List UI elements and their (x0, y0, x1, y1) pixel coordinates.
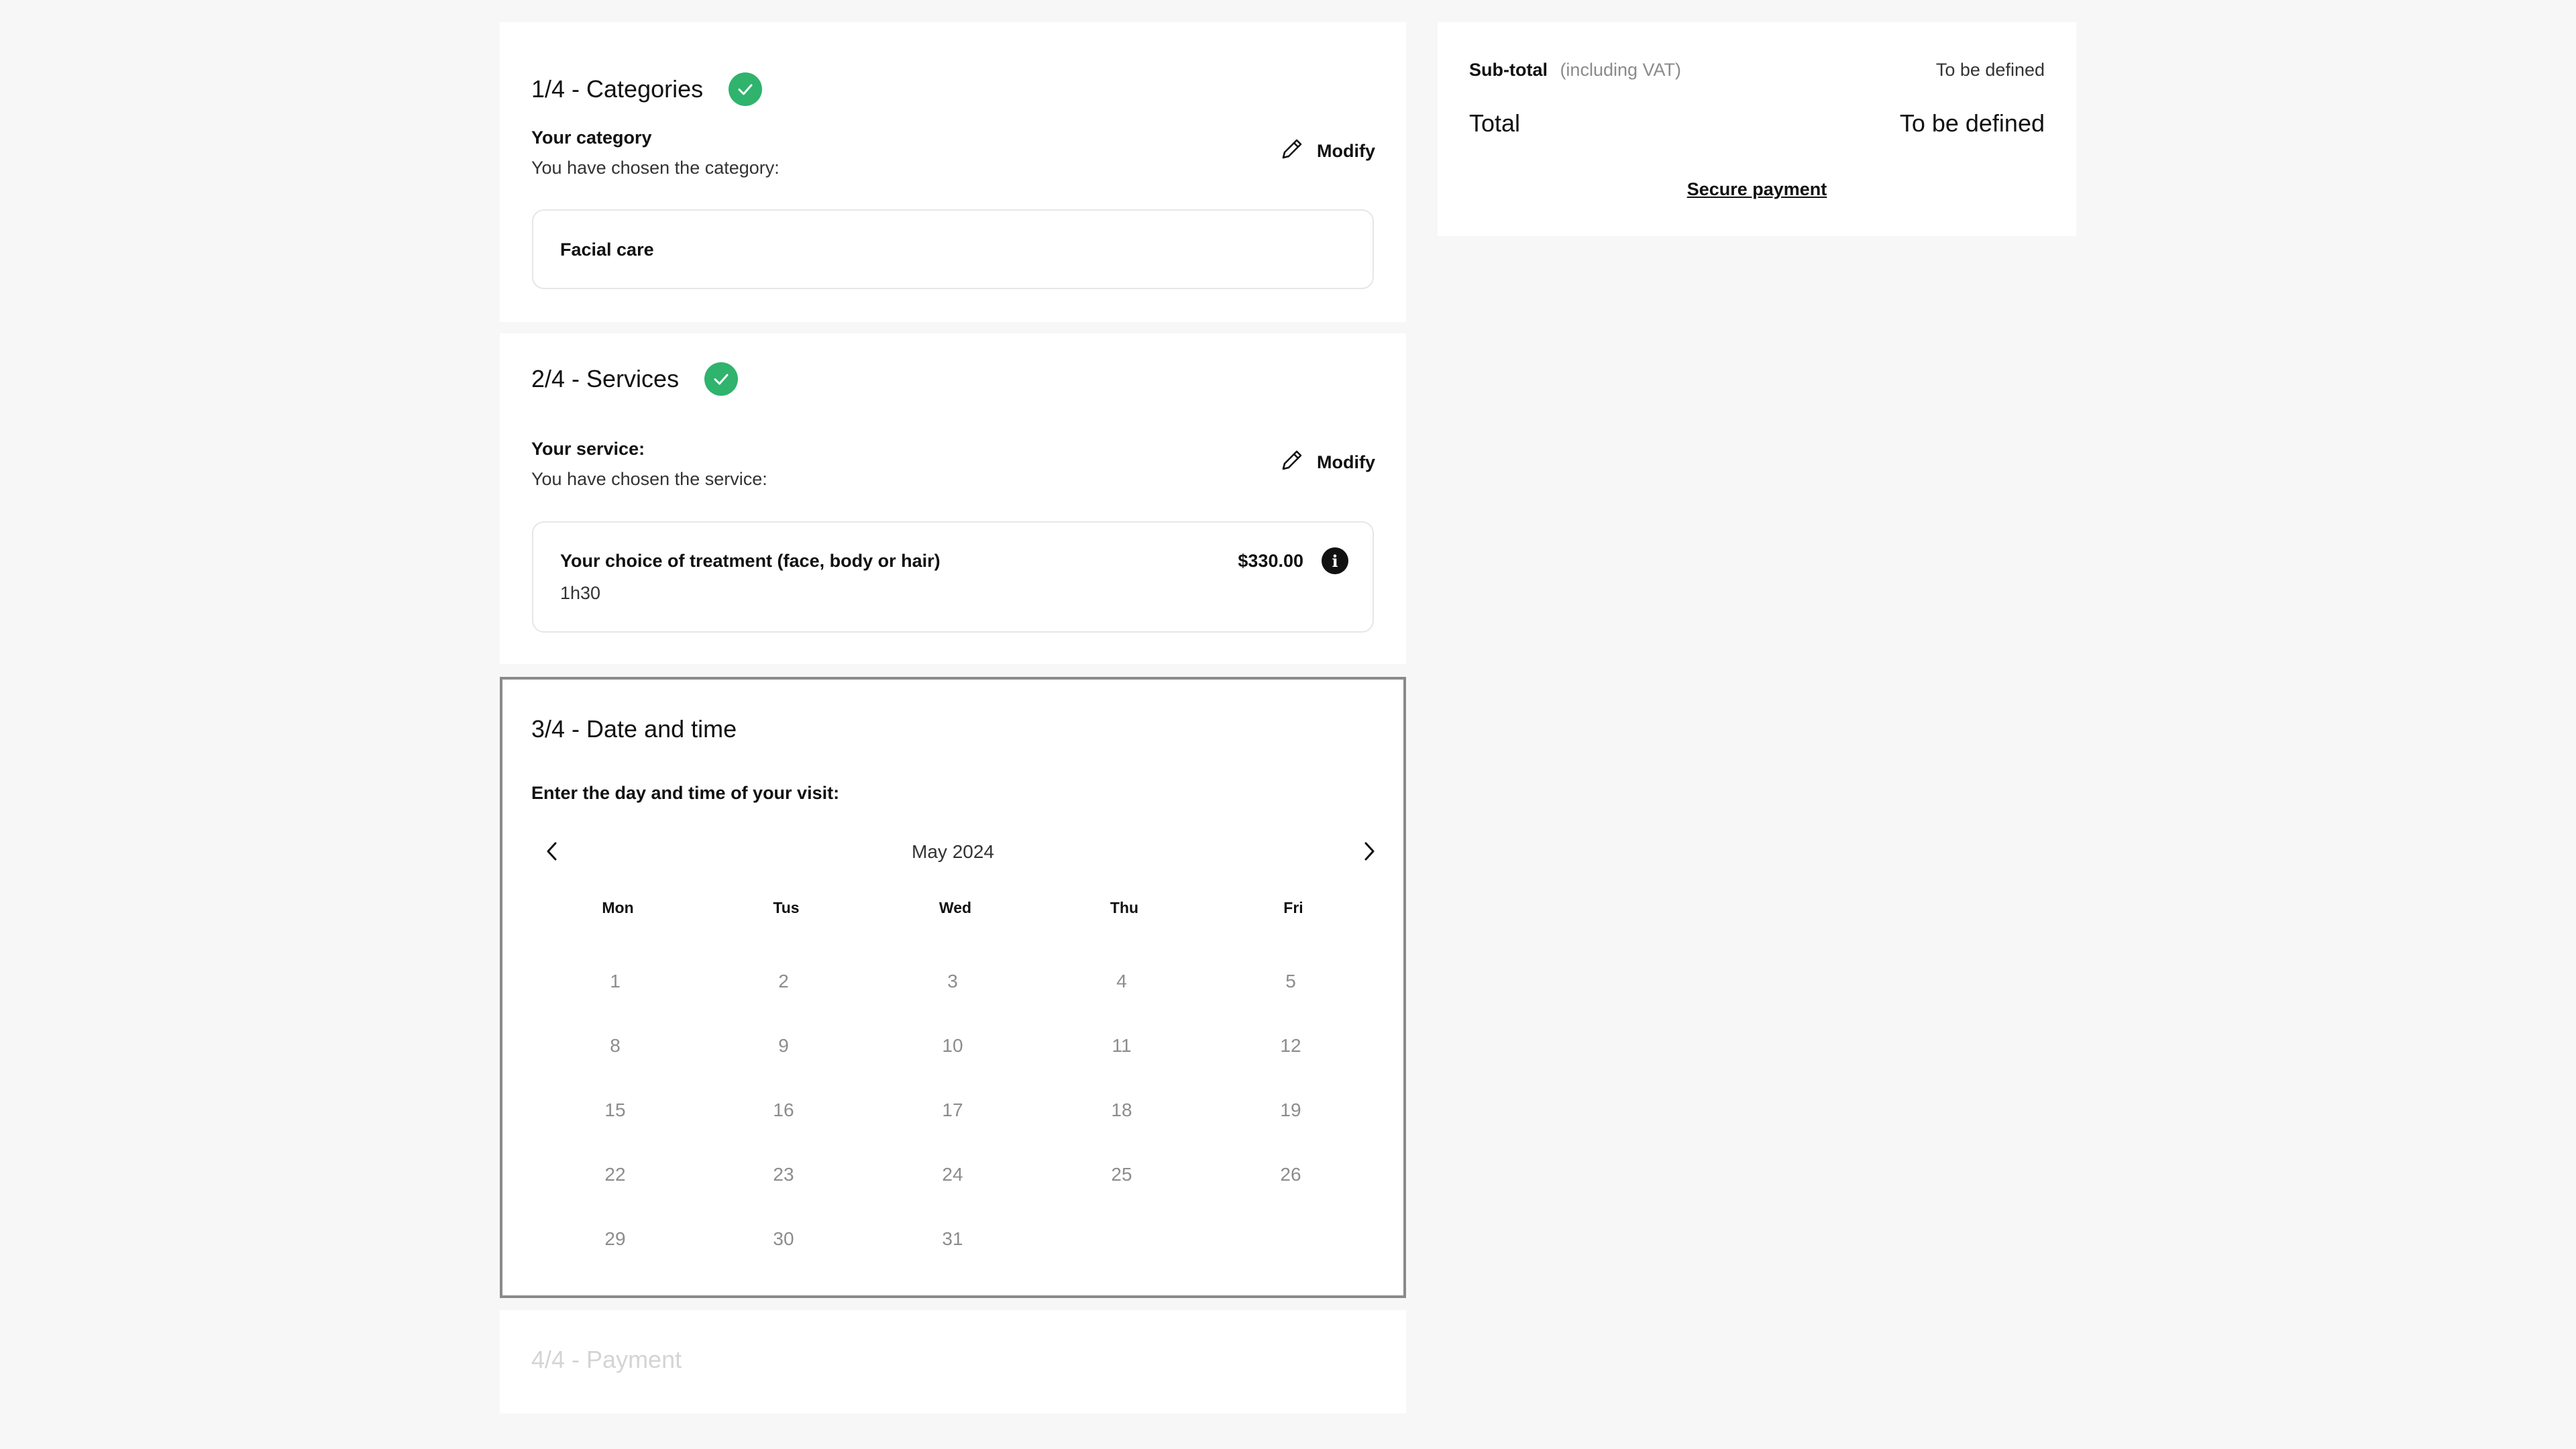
calendar-day[interactable]: 22 (575, 1164, 655, 1185)
calendar-weekday: Wed (938, 899, 972, 916)
selected-category-box: Facial care (532, 209, 1374, 289)
step-date-time: 3/4 - Date and time Enter the day and ti… (500, 677, 1406, 1298)
selected-service-price: $330.00 (1238, 551, 1303, 571)
calendar-day[interactable]: 30 (743, 1228, 824, 1250)
calendar-day[interactable]: 4 (1081, 971, 1162, 992)
calendar-day[interactable]: 25 (1081, 1164, 1162, 1185)
step-categories: 1/4 - Categories Your category You have … (500, 22, 1406, 322)
category-subhead: Your category (531, 127, 652, 148)
service-subtext: You have chosen the service: (531, 469, 767, 489)
previous-month-button[interactable] (537, 838, 567, 867)
calendar-month: May 2024 (912, 841, 994, 862)
subtotal-value: To be defined (1935, 60, 2045, 80)
step-services-header: 2/4 - Services (531, 362, 739, 396)
subtotal-label: Sub-total (1469, 60, 1548, 80)
modify-service-label: Modify (1317, 452, 1375, 472)
chevron-right-icon (1360, 841, 1378, 865)
check-icon (704, 362, 739, 396)
calendar-day[interactable]: 19 (1250, 1099, 1331, 1121)
calendar-day[interactable]: 24 (912, 1164, 993, 1185)
total-label: Total (1469, 109, 1521, 137)
step-categories-header: 1/4 - Categories (531, 72, 763, 106)
step-services-title: 2/4 - Services (531, 365, 680, 392)
calendar-day[interactable]: 12 (1250, 1035, 1331, 1057)
modify-category-button[interactable]: Modify (1279, 136, 1375, 166)
calendar-day[interactable]: 31 (912, 1228, 993, 1250)
chevron-left-icon (543, 841, 561, 865)
calendar-day[interactable]: 26 (1250, 1164, 1331, 1185)
calendar-day[interactable]: 3 (912, 971, 993, 992)
step-payment-title: 4/4 - Payment (531, 1346, 682, 1373)
calendar-day[interactable]: 1 (575, 971, 655, 992)
selected-category-name: Facial care (560, 239, 654, 260)
date-time-instruction: Enter the day and time of your visit: (531, 783, 840, 803)
info-icon[interactable]: i (1322, 547, 1348, 574)
subtotal-row: Sub-total (including VAT) To be defined (1469, 60, 2045, 80)
order-summary: Sub-total (including VAT) To be defined … (1438, 22, 2076, 236)
step-payment: 4/4 - Payment (500, 1310, 1406, 1413)
check-icon (729, 72, 763, 106)
calendar-day[interactable]: 23 (743, 1164, 824, 1185)
calendar-weekday: Fri (1283, 899, 1303, 916)
modify-category-label: Modify (1317, 141, 1375, 161)
calendar-day[interactable]: 16 (743, 1099, 824, 1121)
calendar-weekday: Thu (1110, 899, 1139, 916)
service-subhead: Your service: (531, 439, 645, 459)
calendar-day[interactable]: 5 (1250, 971, 1331, 992)
calendar-day[interactable]: 8 (575, 1035, 655, 1057)
category-subtext: You have chosen the category: (531, 158, 780, 178)
total-value: To be defined (1899, 109, 2045, 137)
booking-page: 1/4 - Categories Your category You have … (0, 0, 2576, 1449)
pencil-icon (1279, 447, 1305, 478)
calendar-day[interactable]: 18 (1081, 1099, 1162, 1121)
calendar-day[interactable]: 15 (575, 1099, 655, 1121)
selected-service-box: Your choice of treatment (face, body or … (532, 521, 1374, 633)
calendar-day[interactable]: 11 (1081, 1035, 1162, 1057)
selected-service-duration: 1h30 (560, 583, 601, 603)
next-month-button[interactable] (1354, 838, 1384, 867)
step-services: 2/4 - Services Your service: You have ch… (500, 333, 1406, 664)
calendar-day[interactable]: 9 (743, 1035, 824, 1057)
total-row: Total To be defined (1469, 109, 2045, 138)
subtotal-note: (including VAT) (1560, 60, 1681, 80)
calendar-day[interactable]: 29 (575, 1228, 655, 1250)
calendar-day[interactable]: 10 (912, 1035, 993, 1057)
calendar-weekday: Mon (602, 899, 634, 916)
step-date-time-title: 3/4 - Date and time (531, 715, 737, 743)
calendar-weekday: Tus (773, 899, 800, 916)
pencil-icon (1279, 136, 1305, 166)
secure-payment-link[interactable]: Secure payment (1438, 179, 2076, 200)
calendar-day[interactable]: 17 (912, 1099, 993, 1121)
calendar-day[interactable]: 2 (743, 971, 824, 992)
modify-service-button[interactable]: Modify (1279, 447, 1375, 478)
selected-service-name: Your choice of treatment (face, body or … (560, 551, 941, 571)
step-categories-title: 1/4 - Categories (531, 75, 704, 103)
